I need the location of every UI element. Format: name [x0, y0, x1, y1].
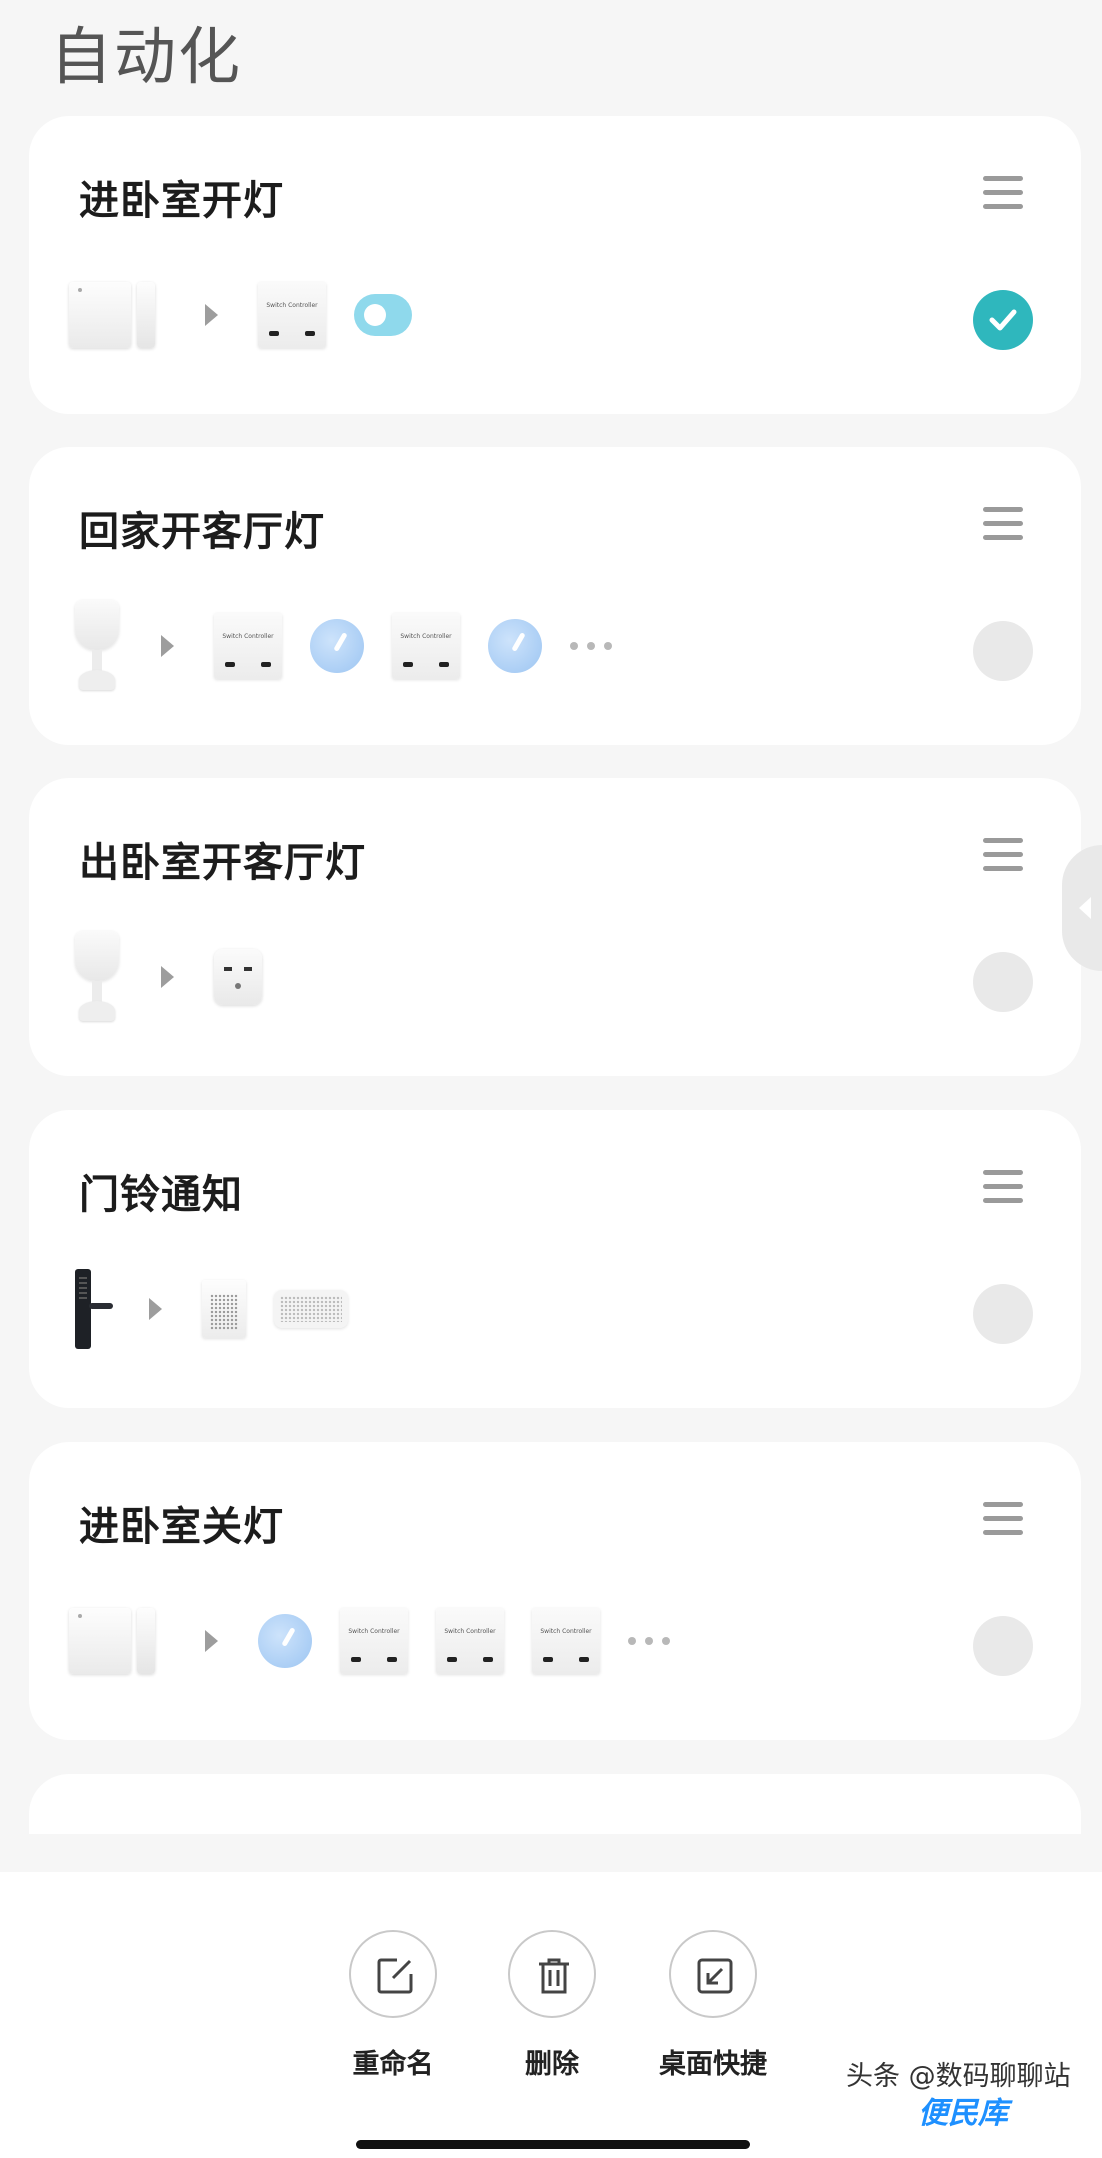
door-sensor-icon	[69, 282, 169, 348]
enabled-checkmark-icon[interactable]	[973, 290, 1033, 350]
switch-controller-label: Switch Controller	[222, 633, 274, 640]
enable-toggle-circle[interactable]	[973, 952, 1033, 1012]
automation-title: 进卧室开灯	[79, 178, 284, 224]
automation-card[interactable]: 回家开客厅灯 Switch Controller Switch Controller	[29, 447, 1081, 745]
delete-button[interactable]: 删除	[467, 1930, 637, 2081]
smart-plug-icon	[214, 949, 262, 1005]
arrow-right-icon	[205, 304, 218, 326]
more-dots-icon	[570, 642, 612, 650]
edit-icon	[349, 1930, 437, 2018]
arrow-right-icon	[205, 1630, 218, 1652]
switch-controller-icon: Switch Controller	[340, 1608, 408, 1674]
enable-toggle-circle[interactable]	[973, 621, 1033, 681]
automation-title: 出卧室开客厅灯	[79, 840, 366, 886]
automation-card[interactable]: 门铃通知	[29, 1110, 1081, 1408]
automation-title: 进卧室关灯	[79, 1504, 284, 1550]
smart-speaker-icon	[274, 1290, 348, 1328]
automation-card[interactable]: 进卧室开灯 Switch Controller	[29, 116, 1081, 414]
motion-sensor-icon	[69, 600, 125, 692]
automation-card[interactable]: 进卧室关灯 Switch Controller Switch Controller S…	[29, 1442, 1081, 1740]
automation-title: 门铃通知	[79, 1172, 243, 1218]
page-title: 自动化	[50, 20, 243, 93]
desktop-shortcut-button[interactable]: 桌面快捷	[628, 1930, 798, 2081]
drag-handle-icon[interactable]	[983, 1502, 1023, 1538]
enable-toggle-circle[interactable]	[973, 1284, 1033, 1344]
switch-controller-icon: Switch Controller	[436, 1608, 504, 1674]
knob-icon	[488, 619, 542, 673]
shortcut-icon	[669, 1930, 757, 2018]
device-chain	[69, 1254, 376, 1364]
arrow-right-icon	[149, 1298, 162, 1320]
side-pull-handle[interactable]	[1062, 845, 1102, 971]
knob-icon	[310, 619, 364, 673]
switch-controller-label: Switch Controller	[348, 1628, 400, 1635]
device-chain	[69, 922, 290, 1032]
air-purifier-icon	[202, 1280, 246, 1338]
shortcut-label: 桌面快捷	[659, 2049, 767, 2080]
drag-handle-icon[interactable]	[983, 507, 1023, 543]
knob-icon	[258, 1614, 312, 1668]
watermark-logo: 便民库	[918, 2096, 1008, 2131]
switch-controller-icon: Switch Controller	[532, 1608, 600, 1674]
trash-icon	[508, 1930, 596, 2018]
switch-controller-label: Switch Controller	[266, 302, 318, 309]
drag-handle-icon[interactable]	[983, 1170, 1023, 1206]
switch-controller-icon: Switch Controller	[392, 613, 460, 679]
switch-controller-icon: Switch Controller	[258, 282, 326, 348]
device-chain: Switch Controller	[69, 260, 440, 370]
arrow-right-icon	[161, 966, 174, 988]
switch-controller-icon: Switch Controller	[214, 613, 282, 679]
home-indicator	[356, 2140, 750, 2149]
automation-card[interactable]: 出卧室开客厅灯	[29, 778, 1081, 1076]
delete-label: 删除	[525, 2049, 579, 2080]
switch-controller-label: Switch Controller	[400, 633, 452, 640]
automation-card-partial[interactable]	[29, 1774, 1081, 1834]
arrow-right-icon	[161, 635, 174, 657]
drag-handle-icon[interactable]	[983, 838, 1023, 874]
switch-controller-label: Switch Controller	[540, 1628, 592, 1635]
motion-sensor-icon	[69, 931, 125, 1023]
more-dots-icon	[628, 1637, 670, 1645]
device-chain: Switch Controller Switch Controller	[69, 591, 640, 701]
door-sensor-icon	[69, 1608, 169, 1674]
switch-controller-label: Switch Controller	[444, 1628, 496, 1635]
toggle-switch-icon	[354, 294, 412, 336]
automation-title: 回家开客厅灯	[79, 509, 325, 555]
rename-button[interactable]: 重命名	[308, 1930, 478, 2081]
rename-label: 重命名	[352, 2049, 434, 2080]
door-lock-icon	[69, 1269, 113, 1349]
device-chain: Switch Controller Switch Controller Switch…	[69, 1586, 698, 1696]
enable-toggle-circle[interactable]	[973, 1616, 1033, 1676]
drag-handle-icon[interactable]	[983, 176, 1023, 212]
